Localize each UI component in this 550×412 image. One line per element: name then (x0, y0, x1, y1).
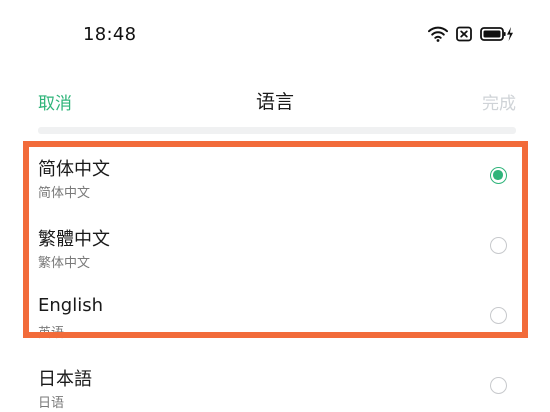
status-bar: 18:48 (0, 0, 550, 66)
radio-button[interactable] (490, 307, 507, 324)
status-time: 18:48 (83, 24, 137, 45)
radio-button[interactable] (490, 237, 507, 254)
language-subtitle: 英语 (38, 326, 65, 341)
language-name: 繁體中文 (38, 229, 110, 250)
done-button[interactable]: 完成 (482, 89, 516, 114)
sim-blocked-icon (456, 26, 472, 42)
language-name: 简体中文 (38, 159, 110, 180)
language-subtitle: 日语 (38, 396, 65, 411)
radio-button[interactable] (490, 167, 507, 184)
language-item-simplified-chinese[interactable]: 简体中文 简体中文 (0, 147, 550, 217)
page-title: 语言 (255, 91, 294, 113)
language-settings-screen: 18:48 取消 语言 完成 简体中文 简体中文 繁體中文 繁体中文 Engli… (0, 0, 550, 412)
language-item-english[interactable]: English 英语 (0, 287, 550, 357)
language-item-japanese[interactable]: 日本語 日语 (0, 357, 550, 412)
language-list: 简体中文 简体中文 繁體中文 繁体中文 English 英语 日本語 日语 (0, 147, 550, 412)
language-sheet: 取消 语言 完成 简体中文 简体中文 繁體中文 繁体中文 English 英语 (0, 72, 550, 412)
language-name: 日本語 (38, 369, 92, 390)
language-subtitle: 繁体中文 (38, 256, 91, 271)
language-name: English (38, 295, 103, 316)
battery-charging-icon (480, 26, 514, 42)
radio-button[interactable] (490, 377, 507, 394)
sheet-header: 取消 语言 完成 (0, 72, 550, 128)
language-subtitle: 简体中文 (38, 186, 91, 201)
wifi-icon (428, 26, 448, 42)
header-divider (38, 127, 516, 134)
language-item-traditional-chinese[interactable]: 繁體中文 繁体中文 (0, 217, 550, 287)
status-icons (428, 22, 514, 46)
